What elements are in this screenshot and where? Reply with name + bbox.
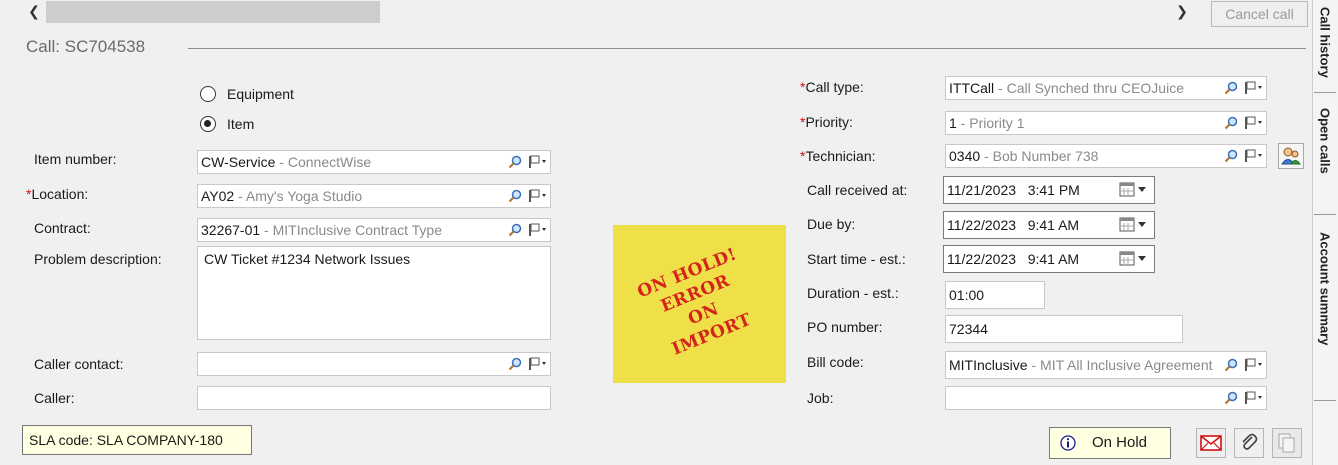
equipment-radio-label: Equipment — [227, 86, 294, 102]
paperclip-icon — [1242, 433, 1258, 450]
caller-contact-field[interactable] — [197, 352, 551, 376]
flag-dropdown-icon[interactable] — [528, 155, 548, 169]
flag-dropdown-icon[interactable] — [528, 223, 548, 237]
tab-call-history[interactable]: Call history — [1312, 0, 1338, 82]
flag-dropdown-icon[interactable] — [1244, 116, 1264, 130]
contract-field[interactable]: 32267-01 - MITInclusive Contract Type — [197, 218, 551, 242]
technician-lookup-button[interactable] — [1278, 143, 1304, 169]
horizontal-scrollbar-thumb[interactable] — [46, 1, 380, 23]
email-button[interactable] — [1196, 428, 1226, 458]
email-icon — [1200, 435, 1222, 451]
magnifier-icon[interactable] — [508, 357, 522, 371]
location-field[interactable]: AY02 - Amy's Yoga Studio — [197, 184, 551, 208]
magnifier-icon[interactable] — [1224, 149, 1238, 163]
call-title: Call: SC704538 — [26, 37, 146, 56]
flag-dropdown-icon[interactable] — [528, 189, 548, 203]
call-type-label: *Call type: — [800, 79, 864, 95]
bill-code-label: Bill code: — [807, 354, 864, 370]
duration-label: Duration - est.: — [807, 285, 899, 301]
po-number-field[interactable]: 72344 — [945, 315, 1183, 343]
magnifier-icon[interactable] — [508, 223, 522, 237]
title-divider — [188, 48, 1306, 49]
magnifier-icon[interactable] — [508, 155, 522, 169]
call-type-field[interactable]: ITTCall - Call Synched thru CEOJuice — [945, 76, 1267, 100]
priority-field[interactable]: 1 - Priority 1 — [945, 111, 1267, 135]
tab-divider — [1314, 214, 1336, 215]
copy-icon — [1278, 433, 1295, 453]
problem-description-label: Problem description: — [34, 251, 162, 267]
start-time-datetime[interactable]: 11/22/2023 9:41 AM — [943, 245, 1155, 273]
caller-field[interactable] — [197, 386, 551, 410]
caller-label: Caller: — [34, 390, 75, 406]
technician-label: *Technician: — [800, 148, 876, 164]
scroll-left-arrow[interactable]: ❮ — [26, 2, 42, 22]
contract-label: Contract: — [34, 220, 91, 236]
on-hold-button[interactable]: On Hold — [1049, 427, 1171, 459]
flag-dropdown-icon[interactable] — [1244, 149, 1264, 163]
call-received-datetime[interactable]: 11/21/2023 3:41 PM — [943, 176, 1155, 204]
job-label: Job: — [807, 390, 834, 406]
item-radio-label: Item — [227, 116, 255, 132]
magnifier-icon[interactable] — [1224, 391, 1238, 405]
item-number-label: Item number: — [34, 151, 117, 167]
flag-dropdown-icon[interactable] — [1244, 358, 1264, 372]
people-icon — [1281, 147, 1301, 165]
due-by-datetime[interactable]: 11/22/2023 9:41 AM — [943, 211, 1155, 239]
problem-description-textarea[interactable]: CW Ticket #1234 Network Issues — [197, 246, 551, 340]
calendar-dropdown-icon[interactable] — [1118, 217, 1150, 233]
equipment-radio[interactable] — [200, 86, 216, 102]
priority-label: *Priority: — [800, 114, 853, 130]
call-received-label: Call received at: — [807, 182, 908, 198]
copy-button[interactable] — [1272, 428, 1302, 458]
attach-button[interactable] — [1234, 428, 1264, 458]
bill-code-field[interactable]: MITInclusive - MIT All Inclusive Agreeme… — [945, 351, 1267, 379]
start-time-label: Start time - est.: — [807, 251, 906, 267]
caller-contact-label: Caller contact: — [34, 356, 124, 372]
job-field[interactable] — [945, 386, 1267, 410]
item-number-field[interactable]: CW-Service - ConnectWise — [197, 150, 551, 174]
magnifier-icon[interactable] — [508, 189, 522, 203]
calendar-dropdown-icon[interactable] — [1118, 251, 1150, 267]
magnifier-icon[interactable] — [1224, 81, 1238, 95]
tab-divider — [1314, 400, 1336, 401]
scroll-right-arrow[interactable]: ❯ — [1174, 2, 1190, 22]
due-by-label: Due by: — [807, 216, 856, 232]
flag-dropdown-icon[interactable] — [1244, 391, 1264, 405]
magnifier-icon[interactable] — [1224, 358, 1238, 372]
technician-field[interactable]: 0340 - Bob Number 738 — [945, 144, 1267, 168]
item-radio[interactable] — [200, 116, 216, 132]
cancel-call-button[interactable]: Cancel call — [1211, 1, 1308, 27]
info-icon — [1060, 435, 1076, 451]
flag-dropdown-icon[interactable] — [528, 357, 548, 371]
calendar-dropdown-icon[interactable] — [1118, 182, 1150, 198]
on-hold-label: On Hold — [1092, 434, 1148, 451]
location-label: *Location: — [26, 186, 89, 202]
magnifier-icon[interactable] — [1224, 116, 1238, 130]
tab-account-summary[interactable]: Account summary — [1312, 226, 1338, 396]
duration-field[interactable]: 01:00 — [945, 281, 1045, 309]
tab-open-calls[interactable]: Open calls — [1312, 104, 1338, 196]
tab-divider — [1314, 92, 1336, 93]
po-number-label: PO number: — [807, 319, 883, 335]
sla-code-badge: SLA code: SLA COMPANY-180 — [22, 425, 252, 455]
on-hold-sticky-note: ON HOLD! ERROR ON IMPORT — [613, 225, 786, 383]
flag-dropdown-icon[interactable] — [1244, 81, 1264, 95]
